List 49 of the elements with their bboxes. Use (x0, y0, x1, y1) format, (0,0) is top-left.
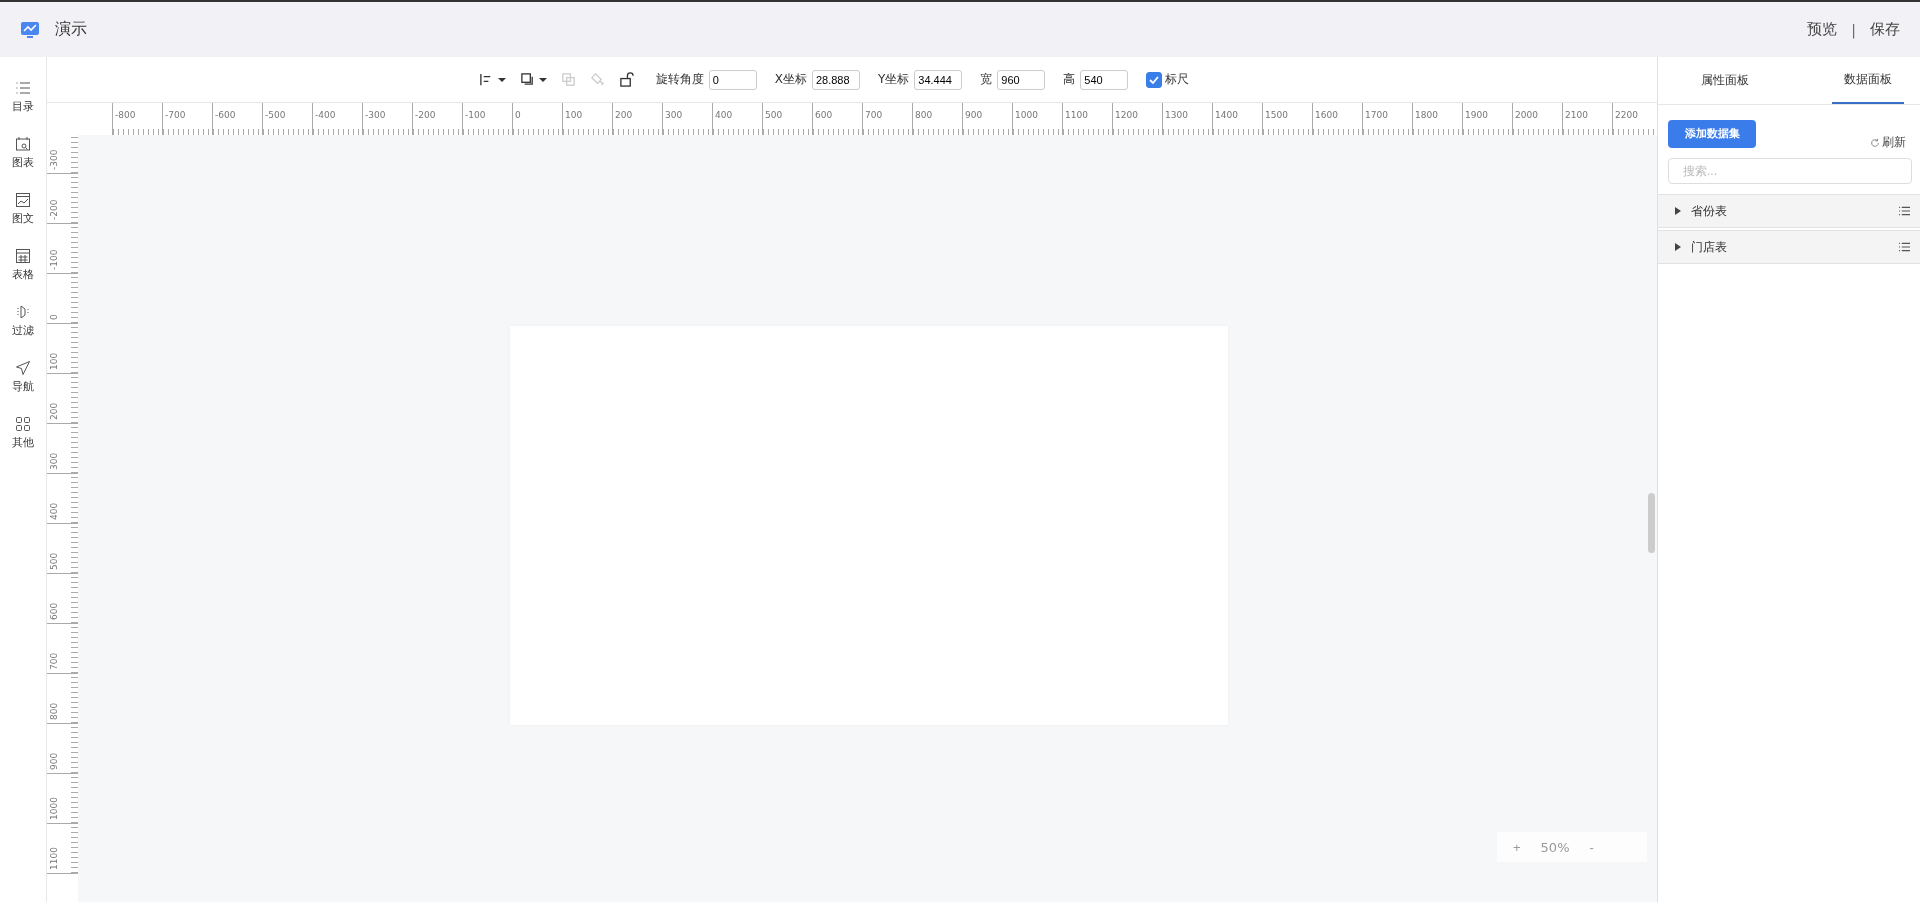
field-label: 高 (1063, 71, 1076, 88)
sidebar-item[interactable]: 图文 (12, 192, 34, 248)
field-label: Y坐标 (877, 71, 910, 88)
dataset-row[interactable]: 省份表 (1658, 194, 1920, 228)
sidebar-item[interactable]: 目录 (12, 80, 34, 136)
ruler-checkbox[interactable]: 标尺 (1146, 71, 1190, 88)
horizontal-ruler: -800 -700 -600 -500 -400 -300 -200 -100 0 100 200 300 400 500 600 700 800 900 1000 1100 1200 1300 1400 1500 1600 1700 1800 1900 2000 2100 2200 (78, 102, 1657, 135)
dataset-row[interactable]: 门店表 (1658, 230, 1920, 264)
layers-icon (519, 72, 535, 87)
input-field[interactable]: 34.444 (914, 69, 963, 90)
group-icon (560, 72, 576, 87)
zoom-level: 50% (1540, 839, 1570, 855)
field-label: 宽 (980, 71, 993, 88)
table-icon (15, 248, 31, 264)
sidebar-item[interactable]: 过滤 (12, 304, 34, 360)
refresh-button[interactable]: 刷新 (1864, 133, 1912, 152)
app-title: 演示 (55, 19, 87, 40)
dataset-name: 门店表 (1691, 238, 1728, 256)
input-field[interactable]: 0 (708, 69, 757, 90)
sidebar-item[interactable]: 导航 (12, 360, 34, 416)
input-field[interactable]: 28.888 (811, 69, 860, 90)
add-dataset-button[interactable]: 添加数据集 (1668, 119, 1756, 148)
header-link[interactable]: 预览 (1807, 20, 1838, 39)
input-field[interactable]: 960 (997, 69, 1046, 90)
sidebar-item[interactable]: 表格 (12, 248, 34, 304)
list-icon[interactable] (1899, 242, 1910, 252)
sidebar-item[interactable]: 其他 (12, 416, 34, 472)
grid-icon (15, 416, 31, 432)
input-field[interactable]: 540 (1080, 69, 1129, 90)
header-link[interactable]: 保存 (1870, 20, 1900, 39)
panel-tab[interactable]: 属性面板 (1658, 57, 1792, 104)
separator: | (1851, 21, 1856, 38)
ungroup-icon (589, 72, 605, 87)
sidebar-item[interactable]: 图表 (12, 136, 34, 192)
refresh-icon (1870, 137, 1880, 148)
list-icon[interactable] (1899, 206, 1910, 216)
scrollbar[interactable] (1648, 493, 1655, 553)
image-icon (15, 192, 31, 208)
send-icon (15, 360, 31, 376)
calendar-icon (15, 136, 31, 152)
panel-tab[interactable]: 数据面板 (1832, 57, 1904, 104)
dataset-name: 省份表 (1691, 202, 1728, 220)
filter-icon (15, 304, 31, 320)
field-label: X坐标 (774, 71, 807, 88)
monitor-chart-icon (20, 19, 40, 40)
unlock-icon (618, 72, 634, 87)
search-field[interactable]: 搜索... (1668, 158, 1912, 184)
list-icon (15, 80, 31, 96)
field-label: 旋转角度 (655, 71, 704, 88)
